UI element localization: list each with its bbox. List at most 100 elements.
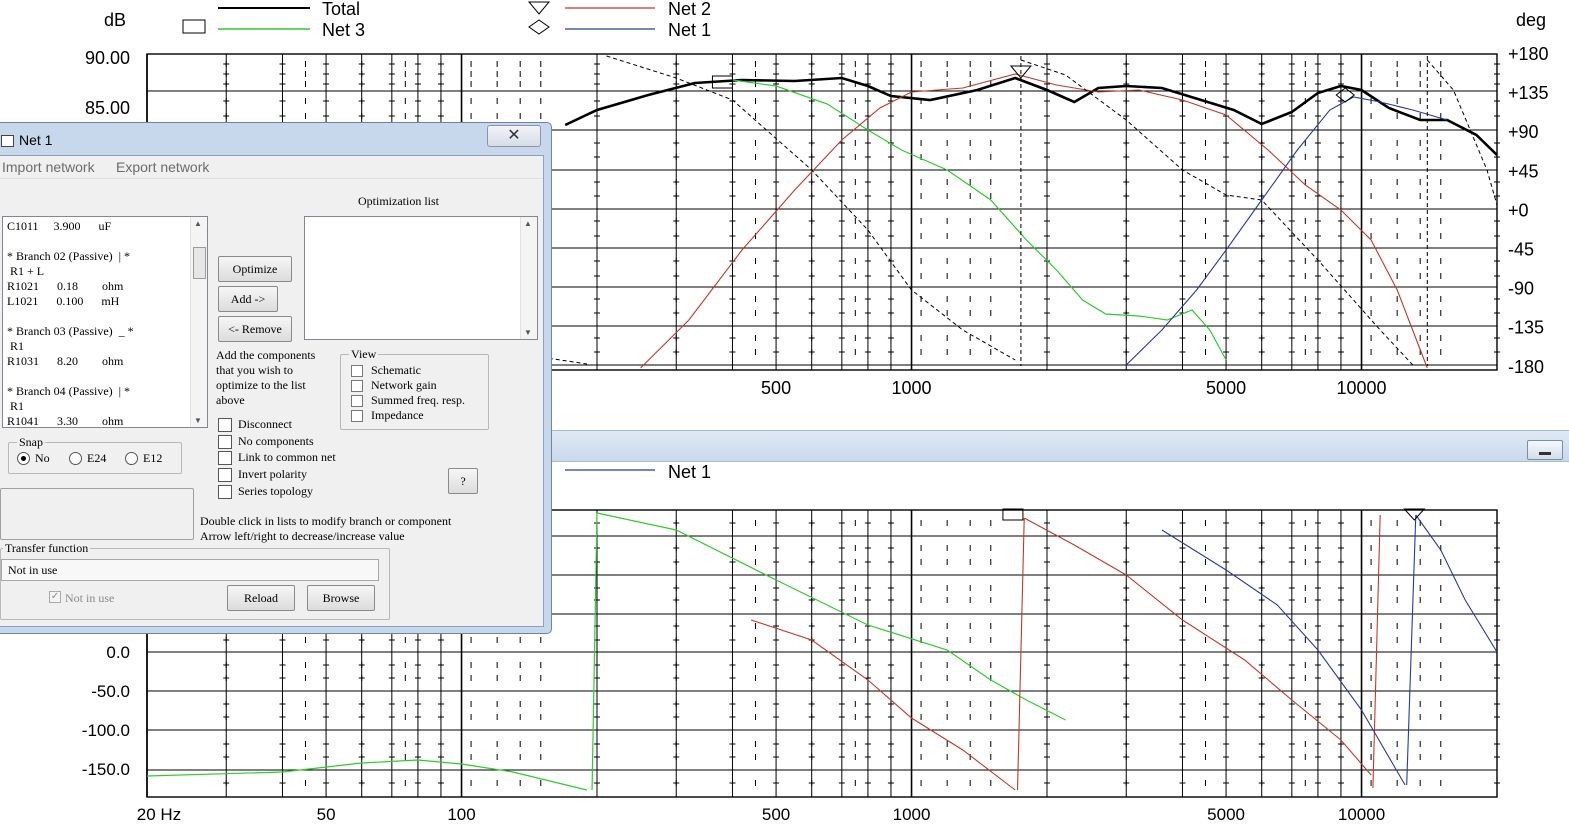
scroll-thumb[interactable]: [193, 247, 206, 279]
y-tick-label-right: -180: [1508, 357, 1544, 377]
impedance-label: Impedance: [371, 408, 424, 422]
optimization-list-label: Optimization list: [358, 194, 439, 208]
view-group: View Schematic Network gain Summed freq.…: [340, 347, 489, 430]
scroll-up-icon[interactable]: ▲: [194, 219, 202, 228]
menu-export-network[interactable]: Export network: [116, 159, 209, 175]
legend-label-total: Total: [322, 0, 360, 19]
add-button[interactable]: Add ->: [218, 286, 278, 312]
hint-line: Add the components: [216, 348, 316, 362]
x-tick-label: 50: [317, 805, 336, 824]
add-components-hint: Add the components that you wish to opti…: [216, 348, 315, 408]
reload-button[interactable]: Reload: [227, 585, 295, 611]
menu-import-network[interactable]: Import network: [2, 159, 95, 175]
net-dialog[interactable]: Net 1 ✕ Import network Export network C1…: [0, 122, 552, 634]
net3-bottom-curve: [146, 759, 588, 791]
legend-label-net1: Net 1: [668, 20, 711, 40]
y-tick-label-right: -90: [1508, 279, 1534, 299]
component-list-row[interactable]: R1 + L: [7, 264, 44, 279]
network-gain-label: Network gain: [371, 378, 437, 392]
x-tick-label: 500: [762, 805, 790, 824]
component-list-row[interactable]: R1: [7, 399, 24, 414]
y-tick-label-right: +180: [1508, 44, 1549, 64]
remove-button[interactable]: <- Remove: [218, 316, 292, 342]
disconnect-checkbox[interactable]: [218, 418, 232, 432]
transfer-function-field[interactable]: Not in use: [1, 559, 379, 581]
x-tick-label: 1000: [893, 805, 931, 824]
impedance-checkbox[interactable]: [351, 410, 363, 422]
component-list-row[interactable]: * Branch 02 (Passive) | *: [7, 249, 130, 264]
component-list-row[interactable]: * Branch 03 (Passive) _ *: [7, 324, 134, 339]
net1-bottom-curve: [1161, 529, 1406, 786]
dialog-client: Import network Export network C1011 3.90…: [0, 155, 544, 627]
not-in-use-label: Not in use: [65, 591, 115, 605]
series-topology-checkbox[interactable]: [218, 485, 232, 499]
schematic-checkbox[interactable]: [351, 365, 363, 377]
left-unit-label: dB: [104, 10, 126, 30]
close-icon[interactable]: ✕: [487, 125, 541, 147]
component-list-row[interactable]: L1021 0.100 mH: [7, 294, 119, 309]
y-tick-label: -50.0: [91, 682, 130, 701]
hint-line: that you wish to: [216, 363, 293, 377]
y-tick-label: 0.0: [106, 643, 130, 662]
optimize-button[interactable]: Optimize: [218, 256, 292, 282]
y-tick-label: 90.00: [85, 48, 130, 68]
network-gain-checkbox[interactable]: [351, 380, 363, 392]
x-tick-label: 10000: [1337, 378, 1387, 398]
phase-curve: [606, 55, 1016, 361]
component-list-row[interactable]: C1011 3.900 uF: [7, 219, 111, 234]
no-components-label: No components: [238, 434, 314, 448]
instruction-line: Arrow left/right to decrease/increase va…: [200, 529, 405, 543]
legend-marker-triangle: [527, 1, 551, 15]
legend-label-net2: Net 2: [668, 0, 711, 19]
disconnect-label: Disconnect: [238, 417, 292, 431]
net1-bottom-wrap: [1406, 514, 1417, 786]
help-button[interactable]: ?: [448, 468, 478, 494]
component-list-scrollbar[interactable]: ▲ ▼: [190, 217, 207, 427]
snap-e12-radio[interactable]: [125, 452, 138, 465]
optimization-list-scrollbar[interactable]: ▲ ▼: [520, 217, 537, 339]
component-list[interactable]: C1011 3.900 uF * Branch 02 (Passive) | * …: [2, 216, 208, 428]
y-tick-label-right: +0: [1508, 200, 1529, 220]
y-tick-label-right: -45: [1508, 240, 1534, 260]
x-tick-label: 20 Hz: [137, 805, 181, 824]
optimization-list[interactable]: ▲ ▼: [304, 216, 538, 340]
menu-bar: Import network Export network: [0, 156, 543, 179]
series-topology-label: Series topology: [238, 484, 313, 498]
scroll-up-icon[interactable]: ▲: [524, 219, 532, 228]
component-list-row[interactable]: R1021 0.18 ohm: [7, 279, 123, 294]
snap-e24-label: E24: [87, 451, 107, 465]
component-list-row[interactable]: R1041 3.30 ohm: [7, 414, 123, 427]
snap-group-title: Snap: [17, 435, 45, 450]
net3-bottom-curve: [596, 512, 1066, 721]
component-list-row[interactable]: * Branch 04 (Passive) | *: [7, 384, 130, 399]
browse-button[interactable]: Browse: [307, 585, 375, 611]
net2-curve: [640, 73, 1428, 369]
net1-curve: [1125, 96, 1448, 366]
y-tick-label: -100.0: [82, 721, 130, 740]
transfer-function-group: Transfer function Not in use ✓ Not in us…: [0, 541, 390, 620]
scroll-down-icon[interactable]: ▼: [524, 328, 532, 337]
right-unit-label: deg: [1516, 10, 1546, 30]
legend-marker-rect: [182, 19, 206, 34]
link-common-net-label: Link to common net: [238, 450, 336, 464]
component-list-row[interactable]: R1031 8.20 ohm: [7, 354, 123, 369]
y-tick-label-right: +135: [1508, 83, 1549, 103]
snap-no-radio[interactable]: [17, 452, 30, 465]
net2-bottom-curve: [1023, 517, 1372, 776]
component-list-row[interactable]: R1: [7, 339, 24, 354]
link-common-net-checkbox[interactable]: [218, 451, 232, 465]
view-group-title: View: [349, 347, 379, 362]
net2-bottom-wrap: [1016, 517, 1025, 791]
snap-e24-radio[interactable]: [69, 452, 82, 465]
instructions-text: Double click in lists to modify branch o…: [200, 514, 451, 544]
schematic-label: Schematic: [371, 363, 421, 377]
scroll-down-icon[interactable]: ▼: [194, 416, 202, 425]
summed-freq-resp-checkbox[interactable]: [351, 395, 363, 407]
invert-polarity-checkbox[interactable]: [218, 468, 232, 482]
minimize-button[interactable]: [1527, 440, 1563, 460]
y-tick-label: 85.00: [85, 98, 130, 118]
not-in-use-checkbox[interactable]: ✓: [49, 591, 61, 603]
no-components-checkbox[interactable]: [218, 435, 232, 449]
phase-curve: [1426, 59, 1498, 206]
legend-label-net3: Net 3: [322, 20, 365, 40]
